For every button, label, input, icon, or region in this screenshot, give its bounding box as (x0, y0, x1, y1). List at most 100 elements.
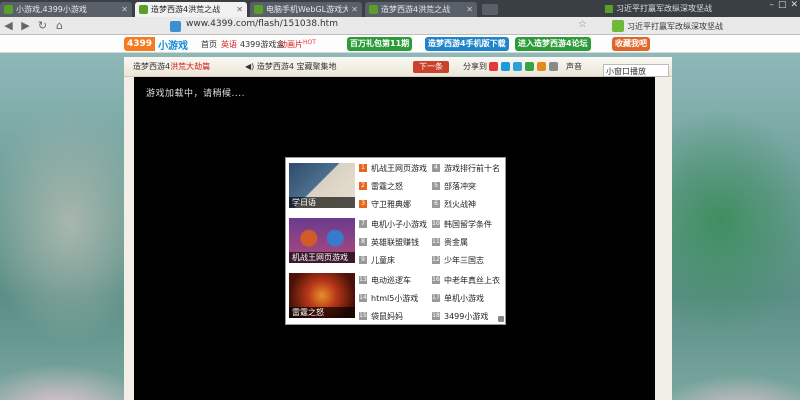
new-tab-button[interactable] (482, 4, 498, 15)
next-notice-button[interactable]: 下一条 (413, 61, 449, 73)
news-ticker[interactable]: 习近平打赢军改纵深攻坚战 (605, 3, 712, 14)
thumbnail-caption: 雷霆之怒 (289, 307, 355, 318)
game-link[interactable]: 贵金属 (444, 237, 468, 248)
nav-english[interactable]: 英语 (221, 39, 237, 50)
game-link[interactable]: 守卫雅典娜 (371, 199, 411, 210)
speaker-icon: ◀) (245, 62, 255, 71)
game-link[interactable]: 韩国留学条件 (444, 219, 492, 230)
rank-badge: 7 (359, 220, 367, 228)
thumbnail-caption: 机战王网页游戏 (289, 252, 355, 263)
browser-tab[interactable]: 电脑手机WebGL游戏大全 ✕ (250, 2, 362, 17)
browser-tab[interactable]: 小游戏,4399小游戏 ✕ (0, 2, 132, 17)
game-link[interactable]: 袋鼠妈妈 (371, 311, 403, 322)
forum-button[interactable]: 进入造梦西游4论坛 (515, 37, 591, 51)
game-link[interactable]: 英雄联盟赚钱 (371, 237, 419, 248)
bookmark-star-icon[interactable]: ☆ (578, 19, 587, 30)
game-title-main: 造梦西游4 (133, 62, 171, 71)
tab-title: 小游戏,4399小游戏 (16, 5, 87, 14)
rank-badge: 11 (432, 238, 440, 246)
url-field[interactable]: www.4399.com/flash/151038.htm (186, 19, 338, 29)
rank-badge: 10 (432, 220, 440, 228)
browser-tab[interactable]: 造梦西游4洪荒之战 ✕ (365, 2, 477, 17)
close-tab-icon[interactable]: ✕ (236, 5, 243, 14)
nav-cartoon[interactable]: 动画片HOT (279, 39, 316, 50)
forward-icon[interactable]: ▶ (17, 17, 34, 35)
news-app-icon (612, 20, 624, 32)
sound-toggle[interactable]: 声音 (566, 61, 582, 72)
rank-badge: 16 (432, 276, 440, 284)
browser-tab-active[interactable]: 造梦西游4洪荒之战 ✕ (135, 2, 247, 17)
rank-badge: 3 (359, 200, 367, 208)
site-favicon-icon (139, 5, 148, 14)
game-link[interactable]: 机战王网页游戏 (371, 163, 427, 174)
mini-window-button[interactable]: 小窗口播放 (603, 64, 669, 77)
game-link[interactable]: 少年三国志 (444, 255, 484, 266)
game-link[interactable]: 中老年真丝上衣 (444, 275, 500, 286)
notice-label: 造梦西游4 宝藏聚集地 (256, 62, 337, 71)
wechat-share-icon[interactable] (525, 62, 534, 71)
home-icon[interactable]: ⌂ (51, 17, 68, 35)
game-link[interactable]: 部落冲突 (444, 181, 476, 192)
back-icon[interactable]: ◀ (0, 17, 17, 35)
qzone-share-icon[interactable] (501, 62, 510, 71)
game-link[interactable]: 游戏排行前十名 (444, 163, 500, 174)
game-link[interactable]: 电机小子小游戏 (371, 219, 427, 230)
minimize-icon[interactable]: – (769, 0, 774, 10)
rank-badge: 15 (359, 312, 367, 320)
close-tab-icon[interactable]: ✕ (351, 5, 358, 14)
url-favicon-icon (170, 21, 181, 32)
rank-badge: 8 (359, 238, 367, 246)
news-icon (605, 4, 613, 13)
game-link[interactable]: 儿童床 (371, 255, 395, 266)
close-tab-icon[interactable]: ✕ (121, 5, 128, 14)
window-controls: – □ ✕ (769, 0, 798, 10)
maximize-icon[interactable]: □ (778, 0, 787, 10)
ad-thumbnail[interactable]: 学日语 (289, 163, 355, 208)
game-link[interactable]: 烈火战神 (444, 199, 476, 210)
rank-badge: 5 (432, 182, 440, 190)
more-share-icon[interactable] (549, 62, 558, 71)
rank-badge: 17 (432, 294, 440, 302)
site-favicon-icon (4, 5, 13, 14)
rank-badge: 2 (359, 182, 367, 190)
notice-text[interactable]: ◀) 造梦西游4 宝藏聚集地 (245, 61, 336, 72)
game-link[interactable]: 雷霆之怒 (371, 181, 403, 192)
ad-thumbnail[interactable]: 雷霆之怒 (289, 273, 355, 318)
rank-badge: 4 (432, 164, 440, 172)
tab-title: 电脑手机WebGL游戏大全 (266, 5, 349, 14)
renren-share-icon[interactable] (537, 62, 546, 71)
rank-badge: 1 (359, 164, 367, 172)
nav-cartoon-label: 动画片 (279, 40, 303, 49)
nav-game-box[interactable]: 4399游戏盒 (240, 39, 284, 50)
mobile-download-button[interactable]: 造梦西游4手机版下载 (425, 37, 509, 51)
refresh-icon[interactable]: ↻ (34, 17, 51, 35)
game-link[interactable]: html5小游戏 (371, 293, 418, 304)
rank-badge: 18 (432, 312, 440, 320)
ad-info-icon[interactable] (498, 316, 504, 322)
share-label: 分享到 (463, 62, 487, 71)
site-favicon-icon (369, 5, 378, 14)
favorite-button[interactable]: 收藏我吧 (612, 37, 650, 51)
hot-badge: HOT (303, 39, 316, 46)
game-link[interactable]: 3499小游戏 (444, 311, 488, 322)
rank-badge: 14 (359, 294, 367, 302)
game-link[interactable]: 单机小游戏 (444, 293, 484, 304)
thumbnail-caption: 学日语 (289, 197, 355, 208)
tencent-share-icon[interactable] (513, 62, 522, 71)
rank-badge: 13 (359, 276, 367, 284)
game-title: 造梦西游4洪荒大劫篇 (133, 61, 210, 72)
close-tab-icon[interactable]: ✕ (466, 5, 473, 14)
ad-thumbnail[interactable]: 机战王网页游戏 (289, 218, 355, 263)
game-link[interactable]: 电动巡逻车 (371, 275, 411, 286)
gift-pack-button[interactable]: 百万礼包第11期 (347, 37, 413, 51)
headline-text: 习近平打赢军改纵深攻坚战 (627, 21, 723, 31)
logo-number: 4399 (124, 37, 156, 51)
close-window-icon[interactable]: ✕ (790, 0, 798, 10)
site-logo[interactable]: 4399 小游戏 (124, 37, 188, 52)
tab-title: 造梦西游4洪荒之战 (381, 5, 451, 14)
nav-home[interactable]: 首页 (201, 39, 217, 50)
rank-badge: 12 (432, 256, 440, 264)
weibo-share-icon[interactable] (489, 62, 498, 71)
headline-button[interactable]: 习近平打赢军改纵深攻坚战 (612, 18, 723, 34)
news-headline: 习近平打赢军改纵深攻坚战 (616, 4, 712, 13)
